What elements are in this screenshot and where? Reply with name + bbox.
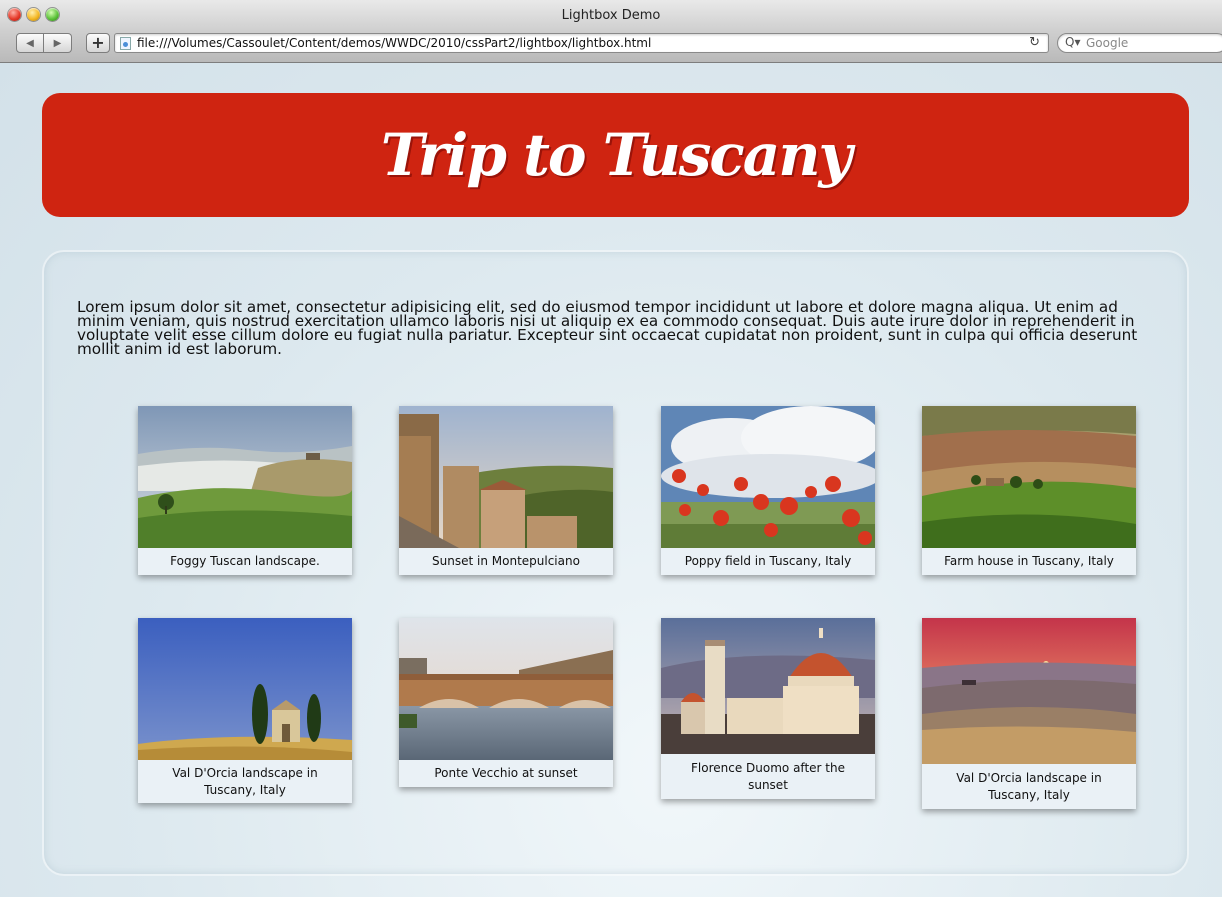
poppy-field-photo	[661, 406, 875, 548]
back-forward-group: ◀ ▶	[16, 33, 72, 53]
montepulciano-photo	[399, 406, 613, 548]
address-bar[interactable]: file:///Volumes/Cassoulet/Content/demos/…	[114, 33, 1049, 53]
farm-house-photo	[922, 406, 1136, 548]
search-field[interactable]: Q▾ Google	[1057, 33, 1222, 53]
add-bookmark-button[interactable]: +	[86, 33, 110, 53]
photo-caption: Val D'Orcia landscape in Tuscany, Italy	[956, 770, 1102, 802]
photo-tile-farm-house[interactable]: Farm house in Tuscany, Italy	[922, 406, 1136, 575]
intro-paragraph: Lorem ipsum dolor sit amet, consectetur …	[77, 298, 1138, 358]
photo-tile-montepulciano[interactable]: Sunset in Montepulciano	[399, 406, 613, 575]
toolbar: ◀ ▶ + file:///Volumes/Cassoulet/Content/…	[0, 30, 1222, 58]
photo-caption: Sunset in Montepulciano	[432, 554, 580, 568]
foggy-landscape-photo	[138, 406, 352, 548]
page-icon	[120, 37, 131, 50]
back-arrow-icon: ◀	[26, 37, 34, 49]
photo-caption: Val D'Orcia landscape in Tuscany, Italy	[172, 765, 318, 797]
photo-tile-poppy-field[interactable]: Poppy field in Tuscany, Italy	[661, 406, 875, 575]
page-title: Trip to Tuscany	[380, 121, 852, 189]
url-text[interactable]: file:///Volumes/Cassoulet/Content/demos/…	[137, 36, 651, 50]
photo-caption: Farm house in Tuscany, Italy	[944, 554, 1114, 568]
search-placeholder: Google	[1086, 36, 1129, 50]
title-banner: Trip to Tuscany	[42, 93, 1189, 217]
val-dorcia-sunset-photo	[922, 618, 1136, 764]
val-dorcia-chapel-photo	[138, 618, 352, 760]
title-bar: Lightbox Demo ◀ ▶ + file:///Volumes/Cass…	[0, 0, 1222, 63]
photo-caption: Florence Duomo after the sunset	[691, 760, 845, 792]
photo-tile-val-dorcia-chapel[interactable]: Val D'Orcia landscape in Tuscany, Italy	[138, 618, 352, 803]
photo-tile-val-dorcia-sunset[interactable]: Val D'Orcia landscape in Tuscany, Italy	[922, 618, 1136, 809]
ponte-vecchio-photo	[399, 618, 613, 760]
browser-window: Lightbox Demo ◀ ▶ + file:///Volumes/Cass…	[0, 0, 1222, 897]
florence-duomo-photo	[661, 618, 875, 754]
reload-icon[interactable]: ↻	[1029, 35, 1040, 50]
plus-icon: +	[91, 33, 105, 52]
back-button[interactable]: ◀	[16, 33, 44, 53]
search-icon: Q▾	[1065, 35, 1081, 49]
photo-tile-florence-duomo[interactable]: Florence Duomo after the sunset	[661, 618, 875, 799]
forward-arrow-icon: ▶	[53, 37, 62, 49]
photo-caption: Ponte Vecchio at sunset	[434, 766, 578, 780]
photo-tile-foggy-landscape[interactable]: Foggy Tuscan landscape.	[138, 406, 352, 575]
forward-button[interactable]: ▶	[44, 33, 72, 53]
photo-tile-ponte-vecchio[interactable]: Ponte Vecchio at sunset	[399, 618, 613, 787]
photo-caption: Poppy field in Tuscany, Italy	[684, 554, 852, 568]
page-content: Trip to Tuscany Lorem ipsum dolor sit am…	[0, 63, 1222, 897]
photo-caption: Foggy Tuscan landscape.	[170, 554, 320, 568]
window-title: Lightbox Demo	[561, 8, 661, 23]
